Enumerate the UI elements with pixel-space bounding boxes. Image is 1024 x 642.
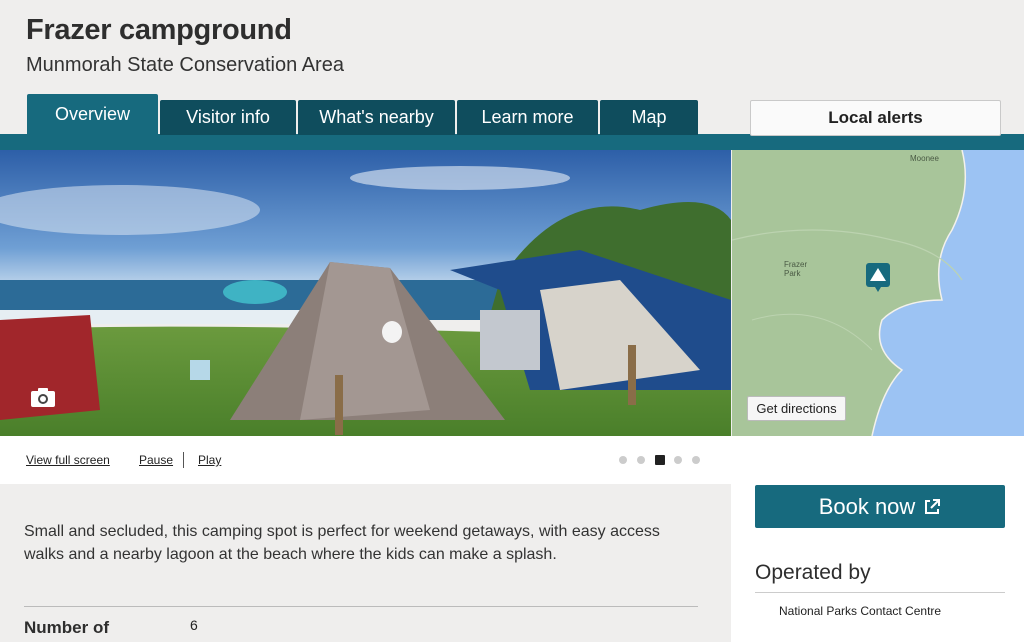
tab-whats-nearby[interactable]: What's nearby	[298, 100, 455, 135]
control-divider	[183, 452, 184, 468]
local-alerts-button[interactable]: Local alerts	[750, 100, 1001, 136]
play-link[interactable]: Play	[198, 453, 221, 467]
tab-visitor-info[interactable]: Visitor info	[160, 100, 296, 135]
campground-photo[interactable]	[0, 150, 731, 436]
gallery-controls: View full screen Pause Play	[0, 436, 731, 484]
external-link-icon	[925, 498, 941, 514]
operated-by-divider	[755, 592, 1005, 593]
book-now-label: Book now	[818, 493, 916, 519]
operated-by-heading: Operated by	[755, 561, 871, 584]
map-label-frazer-park: Frazer Park	[784, 260, 808, 278]
slide-dot-3-active[interactable]	[655, 455, 665, 465]
tab-map[interactable]: Map	[600, 100, 698, 135]
map-label-moonee: Moonee	[910, 154, 939, 163]
page-title: Frazer campground	[26, 14, 292, 46]
operator-name: National Parks Contact Centre	[779, 604, 942, 618]
tab-learn-more[interactable]: Learn more	[457, 100, 598, 135]
intro-text: Small and secluded, this camping spot is…	[24, 523, 660, 563]
slide-dot-1[interactable]	[619, 456, 627, 464]
view-full-screen-link[interactable]: View full screen	[26, 453, 110, 467]
detail-label-number-of: Number of	[24, 618, 109, 637]
tab-overview[interactable]: Overview	[27, 94, 158, 135]
slide-dot-2[interactable]	[637, 456, 645, 464]
camera-icon[interactable]	[30, 386, 56, 408]
get-directions-button[interactable]: Get directions	[747, 396, 846, 421]
slide-dot-4[interactable]	[674, 456, 682, 464]
pause-link[interactable]: Pause	[139, 453, 173, 467]
page-subtitle: Munmorah State Conservation Area	[26, 54, 344, 76]
tab-strip	[0, 134, 1024, 150]
slide-dot-5[interactable]	[692, 456, 700, 464]
book-now-button[interactable]: Book now	[755, 485, 1005, 528]
location-map[interactable]: Moonee Frazer Park	[732, 150, 1024, 436]
page-header: Frazer campground Munmorah State Conserv…	[0, 0, 1024, 96]
detail-value-number-of: 6	[190, 617, 198, 633]
details-divider	[24, 606, 698, 607]
